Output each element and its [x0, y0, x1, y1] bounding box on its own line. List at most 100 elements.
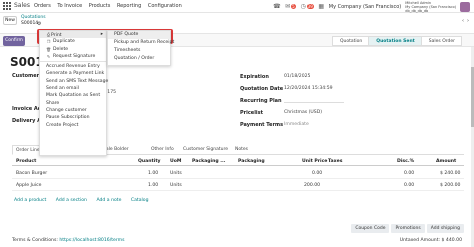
- stage-quotation-sent[interactable]: Quotation Sent: [368, 36, 422, 46]
- column-taxes[interactable]: Taxes: [328, 159, 342, 164]
- chevron-right-icon: ▸: [100, 32, 103, 37]
- phone-icon[interactable]: ☎: [273, 3, 280, 10]
- submenu-item-quotation-order[interactable]: Quotation / Order: [108, 55, 170, 63]
- chevron-right-icon[interactable]: ›: [467, 18, 469, 24]
- expiration-label: Expiration: [240, 74, 269, 80]
- row-amount: $ 200.00: [440, 183, 461, 188]
- order-lines-header: Product Quantity UoM Packaging ... Packa…: [12, 157, 464, 166]
- activity-button[interactable]: ◷ 39: [300, 3, 314, 10]
- add-note-link[interactable]: Add a note: [96, 198, 121, 203]
- submenu-item-pdf-quote[interactable]: PDF Quote: [108, 31, 170, 39]
- print-submenu: PDF Quote Pickup and Return Receipt Time…: [107, 30, 174, 66]
- column-packaging-qty[interactable]: Packaging ...: [192, 159, 225, 164]
- catalog-link[interactable]: Catalog: [131, 198, 149, 203]
- pricelist-label: Pricelist: [240, 110, 263, 116]
- main-menu: Orders To Invoice Products Reporting Con…: [34, 3, 187, 9]
- table-row[interactable]: Apple Juice 1.00 Units 200.00 0.00 $ 200…: [12, 180, 464, 191]
- chat-icon: ✉: [285, 3, 291, 10]
- quotation-date-label: Quotation Date: [240, 86, 284, 92]
- row-product: Bacon Burger: [16, 171, 48, 176]
- submenu-item-pickup-return[interactable]: Pickup and Return Receipt: [108, 39, 174, 47]
- user-db: db_db_db_db: [405, 8, 429, 13]
- menu-divider: [40, 61, 106, 63]
- customer-label: Customer: [12, 73, 40, 79]
- row-amount: $ 240.00: [440, 171, 461, 176]
- payment-terms-field[interactable]: Immediate: [284, 122, 309, 127]
- user-info[interactable]: Mitchell Admin My Company (San Francisco…: [405, 1, 456, 13]
- column-discount[interactable]: Disc.%: [397, 159, 414, 164]
- tab-other-info[interactable]: Other Info: [148, 145, 177, 155]
- stage-pipeline: Quotation Quotation Sent Sales Order: [331, 36, 462, 46]
- activity-count-badge: 39: [306, 4, 314, 9]
- add-product-link[interactable]: Add a product: [14, 198, 46, 203]
- terms-link[interactable]: https://localhost:8016/terms: [59, 238, 124, 243]
- terms-line: Terms & Conditions: https://localhost:80…: [12, 238, 125, 243]
- column-uom[interactable]: UoM: [170, 159, 181, 164]
- untaxed-label: Untaxed Amount:: [399, 238, 441, 243]
- untaxed-value: $ 440.00: [441, 238, 462, 243]
- menu-item-send-sms[interactable]: Send an SMS Text Message: [40, 78, 108, 85]
- row-unit-price: 200.00: [304, 183, 321, 188]
- menu-item-send-email[interactable]: Send an email: [40, 85, 106, 92]
- row-discount: 0.00: [404, 183, 415, 188]
- add-section-link[interactable]: Add a section: [56, 198, 87, 203]
- confirm-button[interactable]: Confirm: [3, 36, 25, 46]
- menu-reporting[interactable]: Reporting: [117, 3, 141, 9]
- menu-item-mark-sent[interactable]: Mark Quotation as Sent: [40, 92, 106, 99]
- menu-item-request-signature[interactable]: ✎ Request Signature: [40, 53, 106, 60]
- app-title[interactable]: Sales: [14, 2, 30, 9]
- recurring-plan-field[interactable]: [284, 98, 344, 103]
- navbar-systray: ☎ ✉ 5 ◷ 39 ▦ My Company (San Francisco) Mi…: [273, 1, 470, 13]
- menu-item-delete[interactable]: 🗑 Delete: [40, 46, 106, 53]
- chat-button[interactable]: ✉ 5: [284, 3, 296, 10]
- row-quantity: 1.00: [148, 183, 159, 188]
- expiration-field[interactable]: 01/18/2025: [284, 74, 310, 79]
- chevron-left-icon[interactable]: ‹: [462, 18, 464, 24]
- pricelist-field[interactable]: Christmas (USD): [284, 110, 322, 115]
- payment-terms-label: Payment Terms: [240, 122, 284, 128]
- company-switcher[interactable]: My Company (San Francisco): [329, 4, 402, 10]
- menu-item-change-customer[interactable]: Change customer: [40, 107, 106, 114]
- breadcrumb-parent[interactable]: Quotations: [21, 15, 46, 20]
- menu-item-print[interactable]: ⎙Print ▸: [40, 31, 106, 39]
- menu-item-payment-link[interactable]: Generate a Payment Link: [40, 70, 106, 77]
- column-unit-price[interactable]: Unit Price: [302, 159, 327, 164]
- menu-item-create-project[interactable]: Create Project: [40, 122, 106, 129]
- table-row[interactable]: Bacon Burger 1.00 Units 0.00 0.00 $ 240.…: [12, 168, 464, 179]
- top-navbar: Sales Orders To Invoice Products Reporti…: [0, 0, 474, 13]
- stage-quotation[interactable]: Quotation: [331, 36, 370, 46]
- quotation-date-field[interactable]: 12/20/2024 15:34:59: [284, 86, 333, 91]
- copy-icon: ❐: [46, 39, 51, 45]
- column-packaging[interactable]: Packaging: [238, 159, 265, 164]
- line-adders: Add a product Add a section Add a note C…: [14, 198, 157, 203]
- menu-orders[interactable]: Orders: [34, 3, 51, 9]
- recurring-plan-label: Recurring Plan: [240, 98, 282, 104]
- menu-item-share[interactable]: Share: [40, 100, 106, 107]
- menu-products[interactable]: Products: [89, 3, 111, 9]
- chat-count-badge: 5: [291, 4, 296, 9]
- coupon-code-button[interactable]: Coupon Code: [351, 224, 390, 233]
- apps-menu-icon[interactable]: [3, 2, 11, 10]
- new-button[interactable]: New: [3, 16, 17, 25]
- stage-sales-order[interactable]: Sales Order: [420, 36, 462, 46]
- building-icon: ▦: [318, 3, 325, 10]
- column-quantity[interactable]: Quantity: [138, 159, 161, 164]
- add-shipping-button[interactable]: Add shipping: [426, 224, 464, 233]
- column-amount[interactable]: Amount: [436, 159, 456, 164]
- untaxed-amount: Untaxed Amount: $ 440.00: [400, 238, 462, 243]
- tab-notes[interactable]: Notes: [232, 145, 251, 155]
- column-product[interactable]: Product: [16, 159, 36, 164]
- menu-configuration[interactable]: Configuration: [148, 3, 182, 9]
- menu-item-duplicate[interactable]: ❐ Duplicate: [40, 38, 106, 45]
- tab-customer-signature[interactable]: Customer Signature: [180, 145, 231, 155]
- avatar[interactable]: [460, 1, 470, 12]
- clock-icon: ◷: [300, 3, 306, 10]
- gear-icon[interactable]: ⚙: [37, 21, 41, 27]
- menu-item-accrued-revenue[interactable]: Accrued Revenue Entry: [40, 63, 106, 70]
- terms-label: Terms & Conditions:: [12, 238, 58, 243]
- menu-item-pause-subscription[interactable]: Pause Subscription: [40, 114, 106, 121]
- menu-to-invoice[interactable]: To Invoice: [57, 3, 82, 9]
- submenu-item-timesheets[interactable]: Timesheets: [108, 47, 170, 55]
- breadcrumb-current: S00014: [21, 21, 39, 26]
- promotions-button[interactable]: Promotions: [391, 224, 425, 233]
